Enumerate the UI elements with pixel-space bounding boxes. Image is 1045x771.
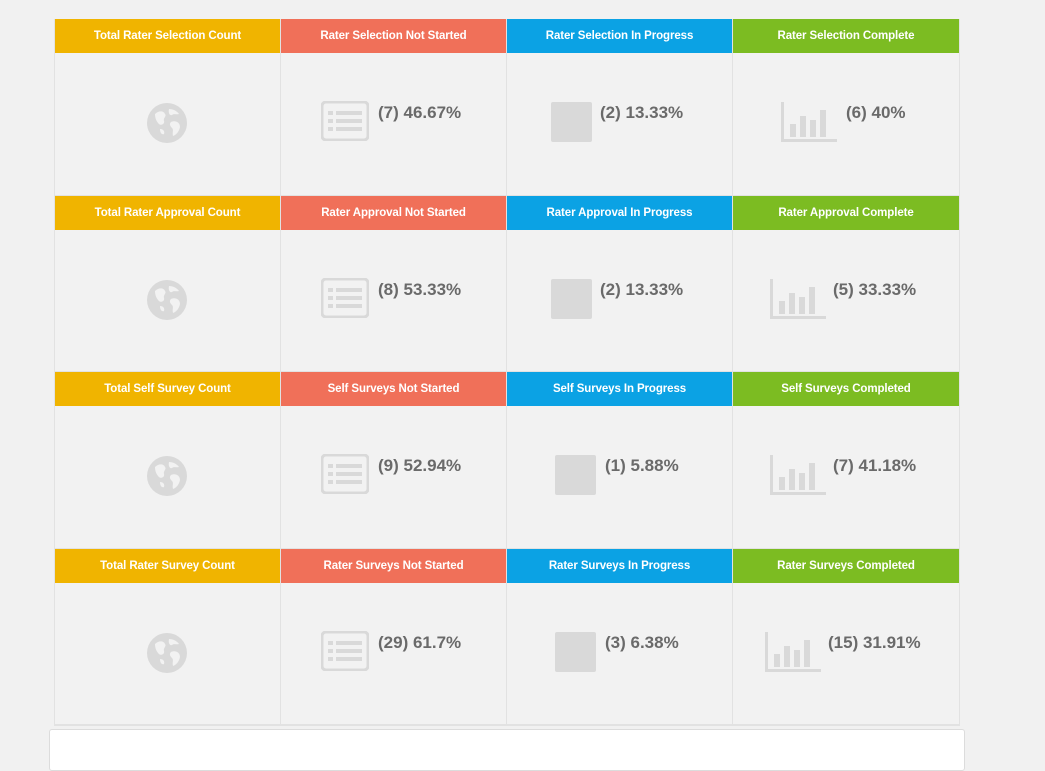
list-icon: [321, 101, 369, 141]
card-title: Rater Selection Complete: [733, 19, 959, 53]
card-total-self-survey[interactable]: Total Self Survey Count: [55, 372, 281, 549]
card-body: (8) 53.33%: [281, 230, 506, 371]
card-title: Rater Surveys Completed: [733, 548, 959, 583]
card-title: Rater Approval Not Started: [281, 195, 506, 230]
card-title: Total Rater Selection Count: [55, 19, 280, 53]
card-value: (8) 53.33%: [378, 279, 462, 299]
card-value: (29) 61.7%: [378, 632, 462, 652]
card-rater-selection-complete[interactable]: Rater Selection Complete (6) 40%: [733, 19, 959, 196]
card-body: (15) 31.91%: [733, 583, 959, 724]
card-value: (1) 5.88%: [605, 456, 679, 475]
card-body: (9) 52.94%: [281, 406, 506, 547]
card-total-rater-selection[interactable]: Total Rater Selection Count: [55, 19, 281, 196]
card-value: (7) 46.67%: [378, 103, 462, 122]
stats-row-rater-survey: Total Rater Survey Count Rater Surveys N…: [55, 548, 959, 725]
square-icon: [555, 631, 596, 672]
card-body: (7) 41.18%: [733, 406, 959, 547]
card-value: (7) 41.18%: [833, 456, 917, 475]
card-title: Self Surveys Not Started: [281, 372, 506, 406]
card-title: Total Self Survey Count: [55, 372, 280, 406]
card-body: (2) 13.33%: [507, 53, 732, 194]
card-body: (2) 13.33%: [507, 230, 732, 371]
list-icon: [321, 277, 369, 318]
card-value: (3) 6.38%: [605, 632, 679, 652]
card-title: Rater Approval Complete: [733, 195, 959, 230]
card-self-surveys-in-progress[interactable]: Self Surveys In Progress (1) 5.88%: [507, 372, 733, 549]
card-title: Rater Selection Not Started: [281, 19, 506, 53]
card-value: (2) 13.33%: [600, 279, 684, 299]
square-icon: [551, 278, 592, 319]
card-title: Rater Surveys Not Started: [281, 548, 506, 583]
card-self-surveys-not-started[interactable]: Self Surveys Not Started (9) 52.94%: [281, 372, 507, 549]
card-value: (15) 31.91%: [828, 632, 921, 652]
stats-row-self-survey: Total Self Survey Count Self Surveys Not…: [55, 372, 959, 549]
card-value: (6) 40%: [846, 103, 906, 122]
card-total-rater-survey[interactable]: Total Rater Survey Count: [55, 548, 281, 725]
stats-row-rater-selection: Total Rater Selection Count Rater Select…: [55, 19, 959, 196]
card-body: (3) 6.38%: [507, 583, 732, 724]
bar-chart-icon: [781, 102, 837, 142]
card-rater-approval-in-progress[interactable]: Rater Approval In Progress (2) 13.33%: [507, 195, 733, 372]
card-rater-approval-not-started[interactable]: Rater Approval Not Started (8) 53.33%: [281, 195, 507, 372]
card-title: Rater Surveys In Progress: [507, 548, 732, 583]
bar-chart-icon: [770, 278, 826, 319]
card-body: (5) 33.33%: [733, 230, 959, 371]
card-rater-surveys-in-progress[interactable]: Rater Surveys In Progress (3) 6.38%: [507, 548, 733, 725]
card-rater-selection-in-progress[interactable]: Rater Selection In Progress (2) 13.33%: [507, 19, 733, 196]
card-rater-surveys-completed[interactable]: Rater Surveys Completed (15) 31.91%: [733, 548, 959, 725]
stats-row-rater-approval: Total Rater Approval Count Rater Approva…: [55, 195, 959, 372]
globe-icon: [147, 456, 187, 496]
card-total-rater-approval[interactable]: Total Rater Approval Count: [55, 195, 281, 372]
card-title: Rater Approval In Progress: [507, 195, 732, 230]
card-title: Total Rater Survey Count: [55, 548, 280, 583]
card-body: [55, 53, 280, 194]
list-icon: [321, 454, 369, 494]
card-self-surveys-completed[interactable]: Self Surveys Completed (7) 41.18%: [733, 372, 959, 549]
square-icon: [551, 102, 592, 142]
card-title: Self Surveys In Progress: [507, 372, 732, 406]
card-title: Self Surveys Completed: [733, 372, 959, 406]
globe-icon: [147, 632, 187, 673]
bar-chart-icon: [770, 455, 826, 495]
card-body: (1) 5.88%: [507, 406, 732, 547]
card-body: [55, 406, 280, 547]
list-icon: [321, 630, 369, 671]
card-body: (6) 40%: [733, 53, 959, 194]
card-body: (29) 61.7%: [281, 583, 506, 724]
card-body: [55, 583, 280, 724]
card-title: Rater Selection In Progress: [507, 19, 732, 53]
stats-grid: Total Rater Selection Count Rater Select…: [54, 19, 960, 726]
card-rater-surveys-not-started[interactable]: Rater Surveys Not Started (29) 61.7%: [281, 548, 507, 725]
bar-chart-icon: [765, 631, 821, 672]
card-rater-selection-not-started[interactable]: Rater Selection Not Started (7) 46.67%: [281, 19, 507, 196]
card-value: (9) 52.94%: [378, 456, 462, 475]
square-icon: [555, 455, 596, 495]
card-rater-approval-complete[interactable]: Rater Approval Complete (5) 33.33%: [733, 195, 959, 372]
globe-icon: [147, 103, 187, 143]
globe-icon: [147, 279, 187, 320]
card-body: (7) 46.67%: [281, 53, 506, 194]
bottom-panel: [49, 729, 965, 771]
card-value: (5) 33.33%: [833, 279, 917, 299]
card-title: Total Rater Approval Count: [55, 195, 280, 230]
card-value: (2) 13.33%: [600, 103, 684, 122]
card-body: [55, 230, 280, 371]
